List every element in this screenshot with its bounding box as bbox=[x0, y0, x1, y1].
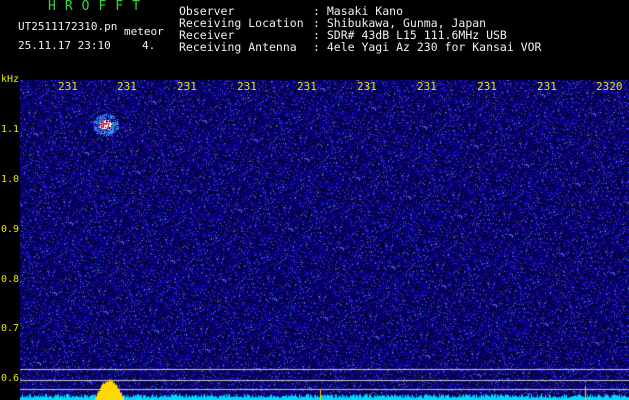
y-tick: 1.1 bbox=[1, 124, 20, 135]
x-tick: 231 bbox=[237, 80, 257, 93]
app-title: HROFFT bbox=[48, 0, 149, 14]
spectrogram-canvas bbox=[20, 80, 629, 400]
y-tick: 0.9 bbox=[1, 224, 20, 235]
y-tick: 1.0 bbox=[1, 174, 20, 185]
y-tick: 0.6 bbox=[1, 373, 20, 384]
timestamp: 25.11.17 23:10 bbox=[18, 39, 111, 52]
y-tick: 0.7 bbox=[1, 323, 20, 334]
x-tick: 231 bbox=[58, 80, 78, 93]
file-name: UT2511172310.pn bbox=[18, 20, 118, 33]
x-tick: 231 bbox=[537, 80, 557, 93]
x-tick: 231 bbox=[297, 80, 317, 93]
x-tick: 231 bbox=[357, 80, 377, 93]
x-tick: 231 bbox=[177, 80, 197, 93]
y-tick: 0.8 bbox=[1, 274, 20, 285]
info-antenna: Receiving Antenna: 4ele Yagi Az 230 for … bbox=[179, 40, 542, 54]
detection-tag: meteor bbox=[124, 25, 164, 38]
y-axis-unit: kHz bbox=[1, 74, 20, 85]
x-tick: 231 bbox=[417, 80, 437, 93]
x-tick: 231 bbox=[477, 80, 497, 93]
echo-counter: 4. bbox=[142, 39, 156, 52]
x-tick: 2320 bbox=[596, 80, 623, 93]
x-tick: 231 bbox=[117, 80, 137, 93]
